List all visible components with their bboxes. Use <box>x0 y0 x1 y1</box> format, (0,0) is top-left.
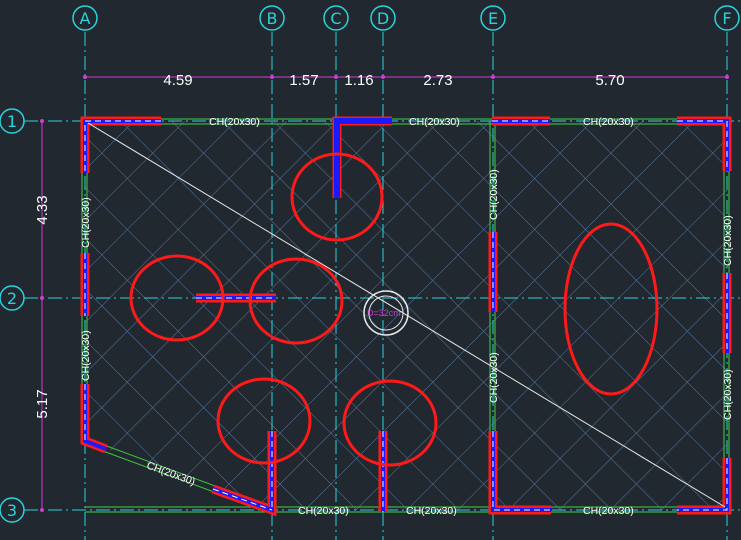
grid-label-3: 3 <box>7 501 17 520</box>
beam-label: CH(20x30) <box>409 116 460 128</box>
beam-label: CH(20x30) <box>488 169 500 220</box>
dim-d-e: 2.73 <box>423 72 452 89</box>
grid-label-2: 2 <box>7 289 17 308</box>
dim-e-f: 5.70 <box>595 72 624 89</box>
grid-label-1: 1 <box>7 112 17 131</box>
dim-tick <box>40 296 44 300</box>
slab-hatch-left <box>85 121 493 510</box>
grid-label-a: A <box>80 9 91 28</box>
dim-2-3: 5.17 <box>34 389 51 418</box>
dim-tick <box>334 75 338 79</box>
dim-tick <box>270 75 274 79</box>
dim-c-d: 1.16 <box>344 72 373 89</box>
beam-label: CH(20x30) <box>80 197 92 248</box>
floor-plan-drawing: A B C D E F 1 2 3 4.59 1.57 1.16 2.73 5.… <box>0 0 741 540</box>
grid-label-b: B <box>267 9 278 28</box>
beam-label: CH(20x30) <box>488 352 500 403</box>
beam-label: CH(20x30) <box>722 215 734 266</box>
dim-tick <box>725 75 729 79</box>
beam-label: CH(20x30) <box>722 369 734 420</box>
dim-b-c: 1.57 <box>289 72 318 89</box>
grid-label-d: D <box>377 9 389 28</box>
grid-label-f: F <box>722 9 731 28</box>
grid-label-e: E <box>488 9 498 28</box>
beam-label: CH(20x30) <box>583 505 634 517</box>
beam-label: CH(20x30) <box>583 116 634 128</box>
dim-tick <box>40 119 44 123</box>
beam-label: CH(20x30) <box>298 505 349 517</box>
dim-tick <box>491 75 495 79</box>
slab-hatch-right <box>493 121 727 510</box>
beam-label: CH(20x30) <box>406 505 457 517</box>
beam-label: CH(20x30) <box>80 330 92 381</box>
dim-tick <box>40 508 44 512</box>
beam-label: CH(20x30) <box>209 116 260 128</box>
opening-label: D=32cm <box>367 308 401 318</box>
grid-label-c: C <box>330 9 341 28</box>
dim-tick <box>381 75 385 79</box>
dim-1-2: 4.33 <box>34 195 51 224</box>
dim-a-b: 4.59 <box>163 72 192 89</box>
dim-tick <box>83 75 87 79</box>
